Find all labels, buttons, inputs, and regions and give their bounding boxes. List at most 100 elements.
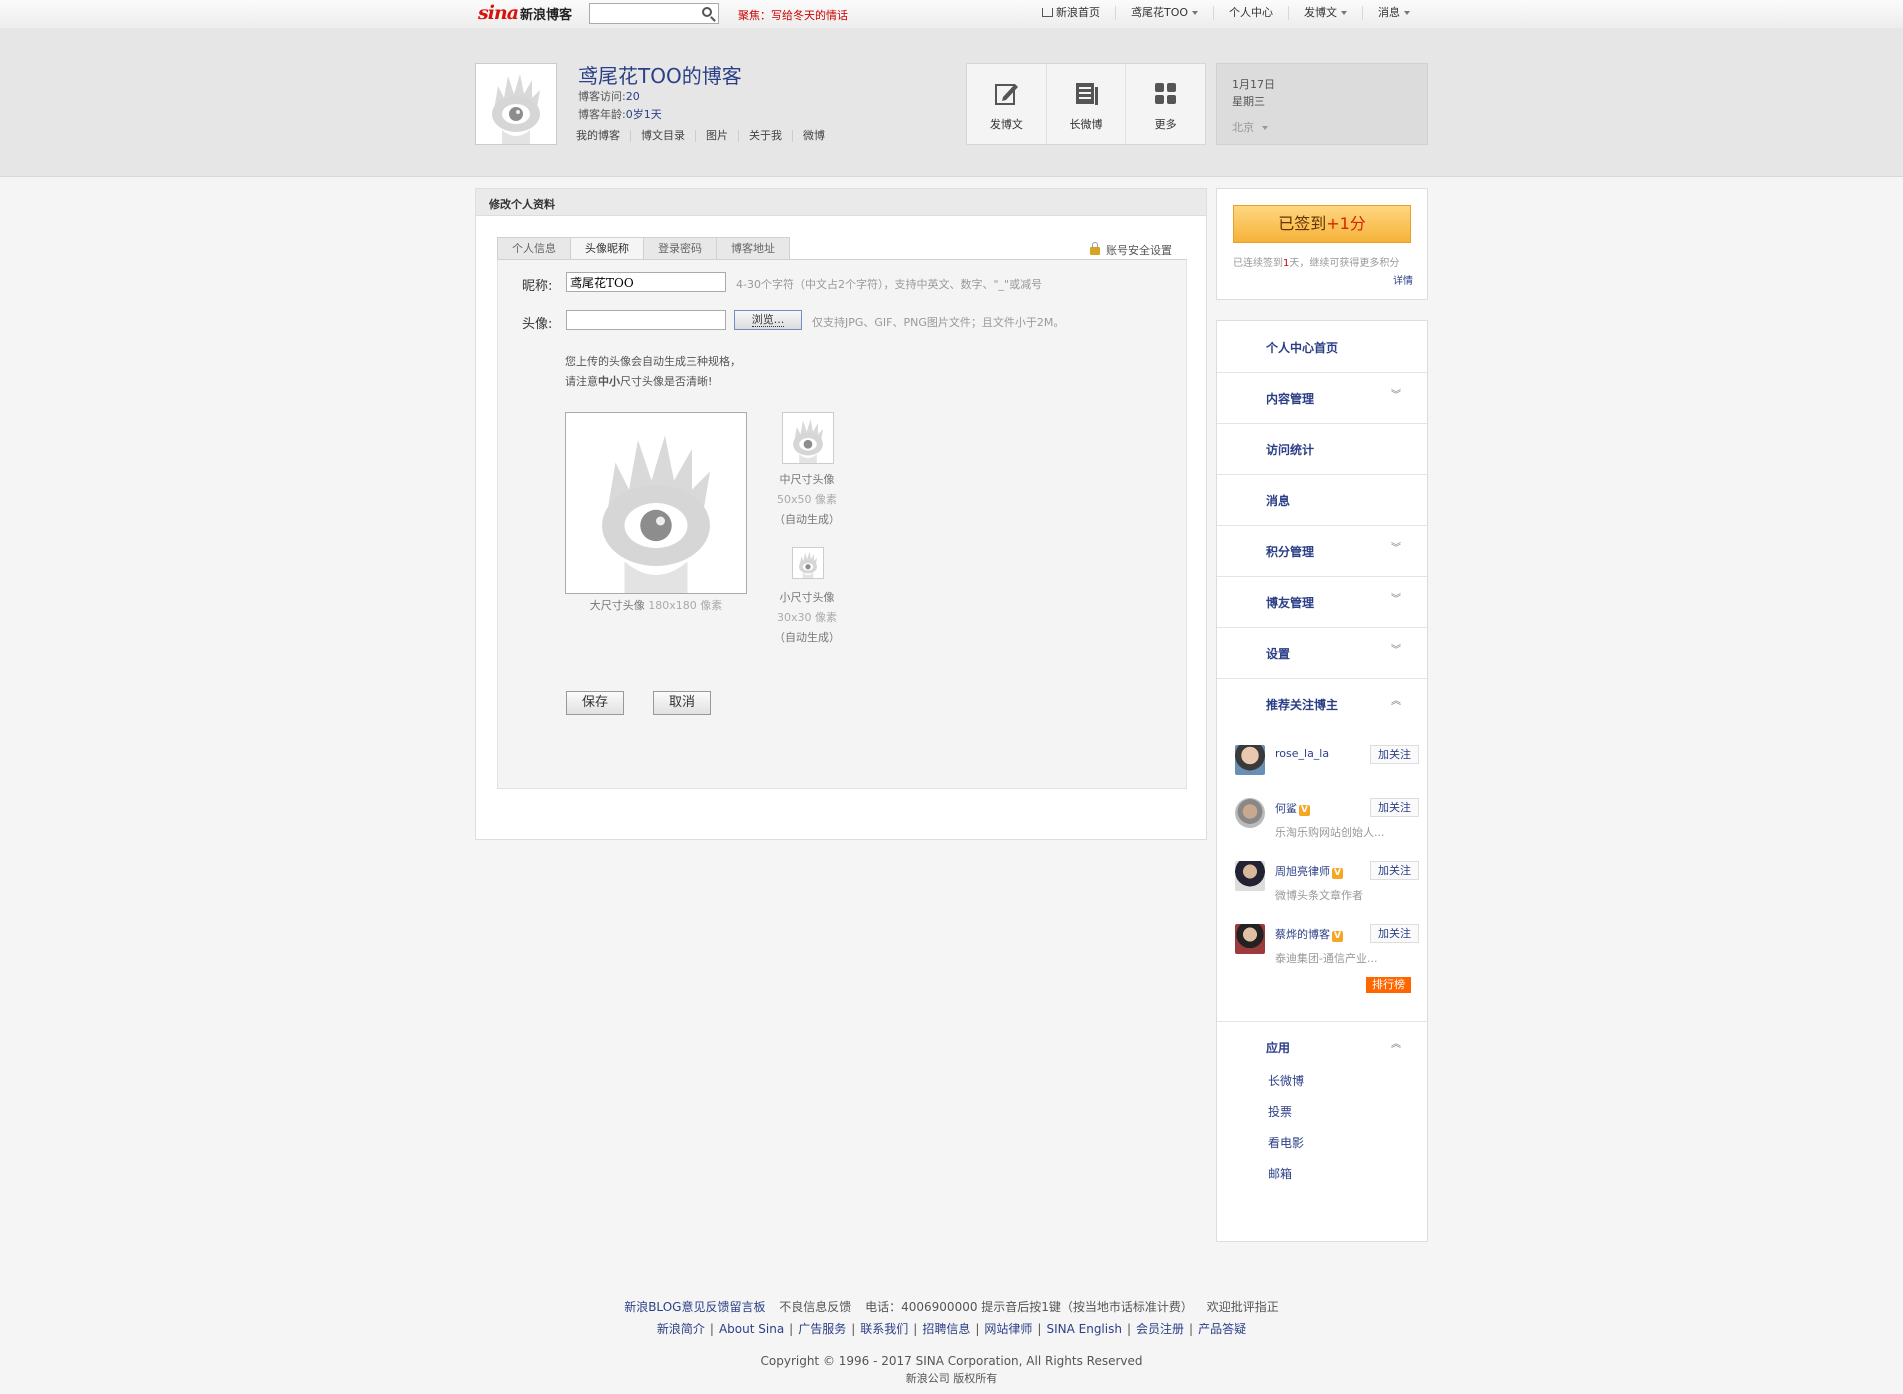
long-weibo-button[interactable]: 长微博 xyxy=(1045,64,1126,144)
default-avatar-icon xyxy=(799,551,817,578)
app-long-weibo[interactable]: 长微博 xyxy=(1268,1072,1304,1089)
search-icon[interactable] xyxy=(702,7,712,17)
footer-link-jobs[interactable]: 招聘信息 xyxy=(922,1322,970,1336)
sina-blog-logo[interactable]: sina 新浪博客 xyxy=(478,2,572,24)
link-weibo[interactable]: 微博 xyxy=(792,130,835,142)
app-vote[interactable]: 投票 xyxy=(1268,1103,1292,1120)
app-mail[interactable]: 邮箱 xyxy=(1268,1165,1292,1182)
edit-icon xyxy=(995,84,1018,105)
nav-post-label: 发博文 xyxy=(1304,6,1338,19)
nav-post-menu[interactable]: 发博文 xyxy=(1288,6,1362,20)
save-button[interactable]: 保存 xyxy=(566,691,624,715)
avatar[interactable] xyxy=(1235,924,1265,954)
avatar[interactable] xyxy=(1235,745,1265,775)
sidebar-item-messages[interactable]: 消息 xyxy=(1217,474,1427,526)
signed-in-button[interactable]: 已签到+1分 xyxy=(1233,205,1411,243)
footer-link-lawyer[interactable]: 网站律师 xyxy=(984,1322,1032,1336)
sidebar-item-apps[interactable]: 应用 ︽ xyxy=(1217,1021,1427,1072)
cancel-button[interactable]: 取消 xyxy=(653,691,711,715)
footer-link-about-sina[interactable]: About Sina xyxy=(719,1322,784,1336)
double-chevron-up-icon: ︽ xyxy=(1391,1039,1401,1050)
browse-button[interactable]: 浏览... xyxy=(734,310,802,330)
sidebar-item-content[interactable]: 内容管理 ︾ xyxy=(1217,372,1427,424)
recommend-name[interactable]: rose_la_la xyxy=(1275,747,1329,760)
sign-detail-link[interactable]: 详情 xyxy=(1393,272,1413,287)
top-search-input[interactable] xyxy=(589,3,719,24)
nav-user-label: 鸢尾花TOO xyxy=(1131,6,1189,19)
recommend-name[interactable]: 蔡烨的博客 V xyxy=(1275,926,1343,942)
sidebar-item-label: 内容管理 xyxy=(1266,392,1315,406)
medium-caption-text: 中尺寸头像 xyxy=(779,473,835,486)
recommend-desc: 泰迪集团-通信产业... xyxy=(1275,952,1378,965)
sidebar-item-settings[interactable]: 设置 ︾ xyxy=(1217,627,1427,679)
recommend-name[interactable]: 周旭亮律师 V xyxy=(1275,863,1343,879)
nav-messages-menu[interactable]: 消息 xyxy=(1362,6,1425,20)
avatar-file-input[interactable] xyxy=(566,310,726,330)
double-chevron-down-icon: ︾ xyxy=(1391,390,1401,401)
nickname-input[interactable]: 鸢尾花TOO xyxy=(566,272,726,292)
link-about-me[interactable]: 关于我 xyxy=(738,130,792,142)
nav-user-menu[interactable]: 鸢尾花TOO xyxy=(1115,6,1213,20)
more-button[interactable]: 更多 xyxy=(1125,64,1205,144)
footer-line2: 新浪简介 | About Sina | 广告服务 | 联系我们 | 招聘信息 | 网站律师 | SINA… xyxy=(656,1322,1247,1336)
tab-personal-info[interactable]: 个人信息 xyxy=(497,237,571,260)
blog-age: 博客年龄:0岁1天 xyxy=(578,106,662,124)
account-security-link[interactable]: 账号安全设置 xyxy=(1090,242,1172,258)
footer-link-register[interactable]: 会员注册 xyxy=(1136,1322,1184,1336)
recommend-name-text: 蔡烨的博客 xyxy=(1275,928,1330,941)
follow-button[interactable]: 加关注 xyxy=(1370,924,1419,943)
profile-tabs: 个人信息 头像昵称 登录密码 博客地址 xyxy=(497,237,790,260)
sidebar-item-points[interactable]: 积分管理 ︾ xyxy=(1217,525,1427,577)
avatar[interactable] xyxy=(1235,798,1265,828)
footer-report-link[interactable]: 不良信息反馈 xyxy=(779,1300,851,1314)
follow-button[interactable]: 加关注 xyxy=(1370,798,1419,817)
avatar[interactable] xyxy=(1235,861,1265,891)
link-photos[interactable]: 图片 xyxy=(695,130,738,142)
sign-text-pre: 已连续签到 xyxy=(1233,258,1283,269)
sidebar-item-recommend[interactable]: 推荐关注博主 ︽ xyxy=(1217,678,1427,729)
footer-link-english[interactable]: SINA English xyxy=(1046,1322,1122,1336)
avatar-note-line2: 请注意中小尺寸头像是否清晰! xyxy=(565,372,741,392)
blog-title[interactable]: 鸢尾花TOO的博客 xyxy=(578,60,742,89)
more-label: 更多 xyxy=(1154,118,1177,131)
footer-line1: 新浪BLOG意见反馈留言板 不良信息反馈 电话：4006900000 提示音后按… xyxy=(0,1296,1903,1318)
medium-auto-text: （自动生成） xyxy=(774,513,840,526)
city-select[interactable]: 北京 xyxy=(1232,119,1268,135)
tab-login-password[interactable]: 登录密码 xyxy=(644,237,717,260)
note-post: 尺寸头像是否清晰! xyxy=(620,375,713,388)
nav-sina-home[interactable]: 新浪首页 xyxy=(1027,6,1115,20)
app-movies[interactable]: 看电影 xyxy=(1268,1134,1304,1151)
footer-link-faq[interactable]: 产品答疑 xyxy=(1198,1322,1246,1336)
link-article-list[interactable]: 博文目录 xyxy=(630,130,695,142)
tab-avatar-nickname[interactable]: 头像昵称 xyxy=(571,237,644,260)
grid-icon xyxy=(1155,83,1177,104)
blog-avatar[interactable] xyxy=(475,63,557,145)
chevron-down-icon xyxy=(1341,11,1348,15)
sidebar-item-friends[interactable]: 博友管理 ︾ xyxy=(1217,576,1427,628)
link-my-blog[interactable]: 我的博客 xyxy=(576,130,630,142)
post-article-button[interactable]: 发博文 xyxy=(967,64,1046,144)
nav-personal-center[interactable]: 个人中心 xyxy=(1213,6,1288,20)
small-caption-text: 小尺寸头像 xyxy=(779,591,835,604)
top-notice-link[interactable]: 聚焦：写给冬天的情话 xyxy=(738,7,848,23)
ranking-button[interactable]: 排行榜 xyxy=(1366,977,1411,993)
sidebar-item-stats[interactable]: 访问统计 xyxy=(1217,423,1427,475)
default-avatar-icon xyxy=(492,74,540,144)
follow-button[interactable]: 加关注 xyxy=(1370,861,1419,880)
small-auto-text: （自动生成） xyxy=(774,631,840,644)
footer-link-ads[interactable]: 广告服务 xyxy=(798,1322,846,1336)
recommend-item: 周旭亮律师 V 加关注 微博头条文章作者 xyxy=(1217,861,1427,921)
avatar-note-line1: 您上传的头像会自动生成三种规格， xyxy=(565,355,741,368)
sidebar-item-personal-home[interactable]: 个人中心首页 xyxy=(1217,321,1427,373)
sidebar-item-label: 博友管理 xyxy=(1266,596,1315,610)
age-label: 博客年龄: xyxy=(578,108,626,121)
default-avatar-icon xyxy=(602,435,710,593)
tab-blog-address[interactable]: 博客地址 xyxy=(717,237,790,260)
recommend-item: 何鲨 V 加关注 乐淘乐购网站创始人... xyxy=(1217,798,1427,858)
follow-button[interactable]: 加关注 xyxy=(1370,745,1419,764)
recommend-name[interactable]: 何鲨 V xyxy=(1275,800,1310,816)
footer-feedback-link[interactable]: 新浪BLOG意见反馈留言板 xyxy=(624,1300,765,1314)
footer-link-about[interactable]: 新浪简介 xyxy=(657,1322,705,1336)
edit-profile-panel: 修改个人资料 个人信息 头像昵称 登录密码 博客地址 账号安全设置 昵称: 鸢尾… xyxy=(475,188,1207,840)
footer-link-contact[interactable]: 联系我们 xyxy=(860,1322,908,1336)
